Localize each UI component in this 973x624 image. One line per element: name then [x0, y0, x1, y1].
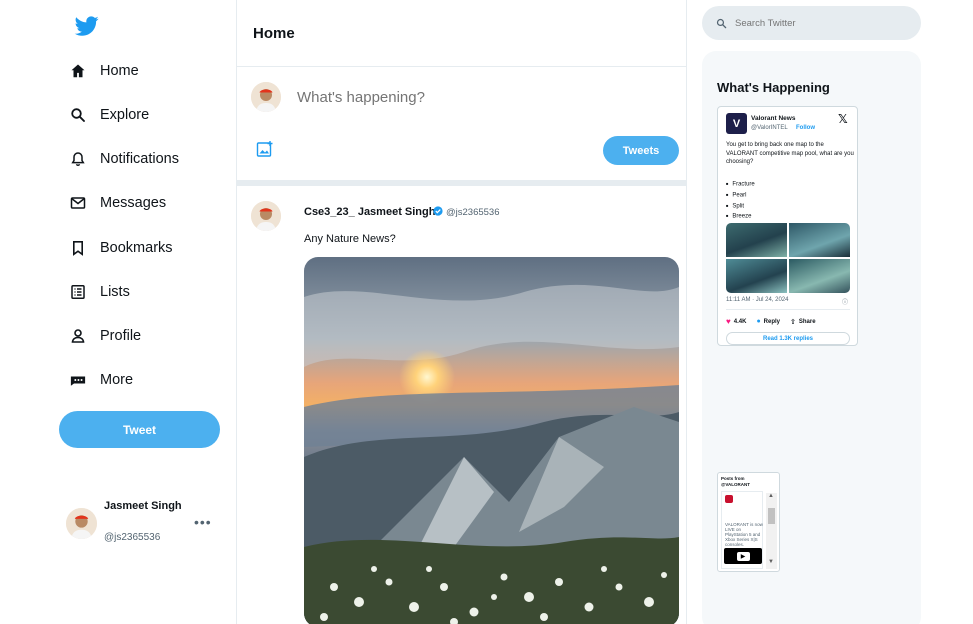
- search-icon: [716, 18, 727, 28]
- share-icon: ⇧: [790, 318, 796, 326]
- tweet-button[interactable]: Tweet: [59, 411, 220, 448]
- image-upload-icon[interactable]: [256, 140, 274, 158]
- page-title: Home: [253, 25, 295, 42]
- nav-notifications-label: Notifications: [100, 151, 179, 167]
- compose-box: Tweets: [237, 67, 686, 180]
- search-bar[interactable]: [702, 6, 921, 40]
- send-tweet-button[interactable]: Tweets: [603, 136, 679, 165]
- bookmark-icon: [70, 240, 86, 256]
- embedded-tweet[interactable]: V Valorant News @ValorINTEL Follow 𝕏 You…: [717, 106, 858, 346]
- valorant-timeline-widget[interactable]: Posts from @VALORANT VALORANT is now LIV…: [717, 472, 780, 572]
- compose-input[interactable]: [297, 89, 657, 106]
- more-icon: [70, 372, 86, 388]
- list-icon: [70, 284, 86, 300]
- post-text: Any Nature News?: [304, 233, 396, 245]
- valorant-logo-icon: [725, 495, 733, 503]
- play-icon[interactable]: ▶: [736, 551, 750, 561]
- widget-post[interactable]: VALORANT is now LIVE on PlayStation 5 an…: [721, 491, 763, 569]
- nav-explore[interactable]: Explore: [70, 102, 149, 128]
- share-label: Share: [798, 318, 816, 325]
- twitter-logo-icon[interactable]: [74, 14, 100, 38]
- like-count: 4.4K: [733, 318, 747, 325]
- search-input[interactable]: [735, 17, 905, 29]
- reply-icon: ●: [756, 318, 761, 325]
- widget-video[interactable]: ▶: [724, 548, 762, 564]
- avatar[interactable]: [251, 201, 281, 231]
- reply-button[interactable]: ● Reply: [756, 318, 780, 325]
- nav-more-label: More: [100, 372, 134, 388]
- right-column: What's Happening V Valorant News @ValorI…: [702, 0, 922, 624]
- list-item: Breeze: [726, 211, 755, 222]
- embed-actions: ♥ 4.4K ● Reply ⇧ Share: [726, 317, 816, 326]
- person-icon: [70, 328, 86, 344]
- nav-messages[interactable]: Messages: [70, 190, 166, 216]
- post-author-name[interactable]: Cse3_23_ Jasmeet Singh: [304, 206, 435, 218]
- avatar: [251, 82, 281, 112]
- tweet-post[interactable]: Cse3_23_ Jasmeet Singh @js2365536 Any Na…: [237, 186, 686, 624]
- envelope-icon: [70, 195, 86, 211]
- map-list: Fracture Pearl Split Breeze: [726, 179, 755, 222]
- embed-author-handle[interactable]: @ValorINTEL: [751, 125, 788, 131]
- account-name: Jasmeet Singh: [104, 500, 182, 512]
- read-replies-button[interactable]: Read 1.3K replies: [726, 332, 850, 345]
- x-logo-icon[interactable]: 𝕏: [838, 112, 848, 126]
- panel-heading: What's Happening: [717, 80, 830, 95]
- reply-label: Reply: [763, 318, 781, 325]
- list-item: Split: [726, 201, 755, 212]
- list-item: Pearl: [726, 190, 755, 201]
- nav-more[interactable]: More: [70, 367, 133, 393]
- scroll-down-icon[interactable]: ▼: [768, 559, 774, 565]
- divider: [726, 309, 850, 310]
- valorant-avatar[interactable]: V: [726, 113, 747, 134]
- home-icon: [70, 63, 86, 79]
- nav-profile-label: Profile: [100, 328, 142, 344]
- post-image[interactable]: [304, 257, 679, 624]
- home-feed: Home Tweets Cse3_23_ Jasmeet Singh @js23…: [236, 0, 687, 624]
- nav-profile[interactable]: Profile: [70, 323, 141, 349]
- scroll-up-icon[interactable]: ▲: [768, 493, 774, 499]
- embed-timestamp[interactable]: 11:11 AM · Jul 24, 2024: [726, 297, 788, 303]
- left-sidebar: Home Explore Notifications Messages Book…: [0, 0, 236, 624]
- account-menu-icon[interactable]: •••: [194, 514, 212, 530]
- map-image[interactable]: [789, 223, 850, 257]
- post-author-handle[interactable]: @js2365536: [446, 207, 500, 218]
- account-handle: @js2365536: [104, 532, 161, 543]
- bell-icon: [70, 151, 86, 167]
- embed-image-grid[interactable]: [726, 223, 850, 293]
- widget-scrollbar[interactable]: ▲ ▼: [766, 493, 777, 569]
- map-image[interactable]: [789, 259, 850, 293]
- widget-post-text: VALORANT is now LIVE on PlayStation 5 an…: [725, 522, 763, 547]
- nav-bookmarks-label: Bookmarks: [100, 240, 173, 256]
- nav-home[interactable]: Home: [70, 58, 139, 84]
- nav-explore-label: Explore: [100, 107, 150, 123]
- heart-icon: ♥: [726, 317, 731, 326]
- share-button[interactable]: ⇧ Share: [790, 318, 816, 326]
- nav-lists[interactable]: Lists: [70, 279, 130, 305]
- whats-happening-panel: What's Happening V Valorant News @ValorI…: [702, 51, 921, 624]
- nav-notifications[interactable]: Notifications: [70, 146, 179, 172]
- search-icon: [70, 107, 86, 123]
- embed-author-name[interactable]: Valorant News: [751, 115, 795, 122]
- nav-home-label: Home: [100, 63, 139, 79]
- map-image[interactable]: [726, 223, 787, 257]
- widget-title: Posts from @VALORANT: [721, 476, 750, 487]
- widget-title-line: @VALORANT: [721, 481, 751, 487]
- follow-link[interactable]: Follow: [796, 125, 815, 131]
- nav-lists-label: Lists: [100, 284, 130, 300]
- feed-header: Home: [237, 0, 686, 67]
- embed-text: You get to bring back one map to the VAL…: [726, 142, 854, 165]
- scroll-thumb[interactable]: [768, 508, 775, 524]
- info-icon[interactable]: ⓘ: [842, 297, 848, 306]
- avatar: [66, 508, 97, 539]
- nav-messages-label: Messages: [100, 195, 167, 211]
- nav-bookmarks[interactable]: Bookmarks: [70, 235, 173, 261]
- list-item: Fracture: [726, 179, 754, 190]
- map-image[interactable]: [726, 259, 787, 293]
- account-switcher[interactable]: Jasmeet Singh @js2365536 •••: [66, 498, 216, 548]
- like-button[interactable]: ♥ 4.4K: [726, 317, 746, 326]
- verified-badge-icon: [433, 206, 443, 216]
